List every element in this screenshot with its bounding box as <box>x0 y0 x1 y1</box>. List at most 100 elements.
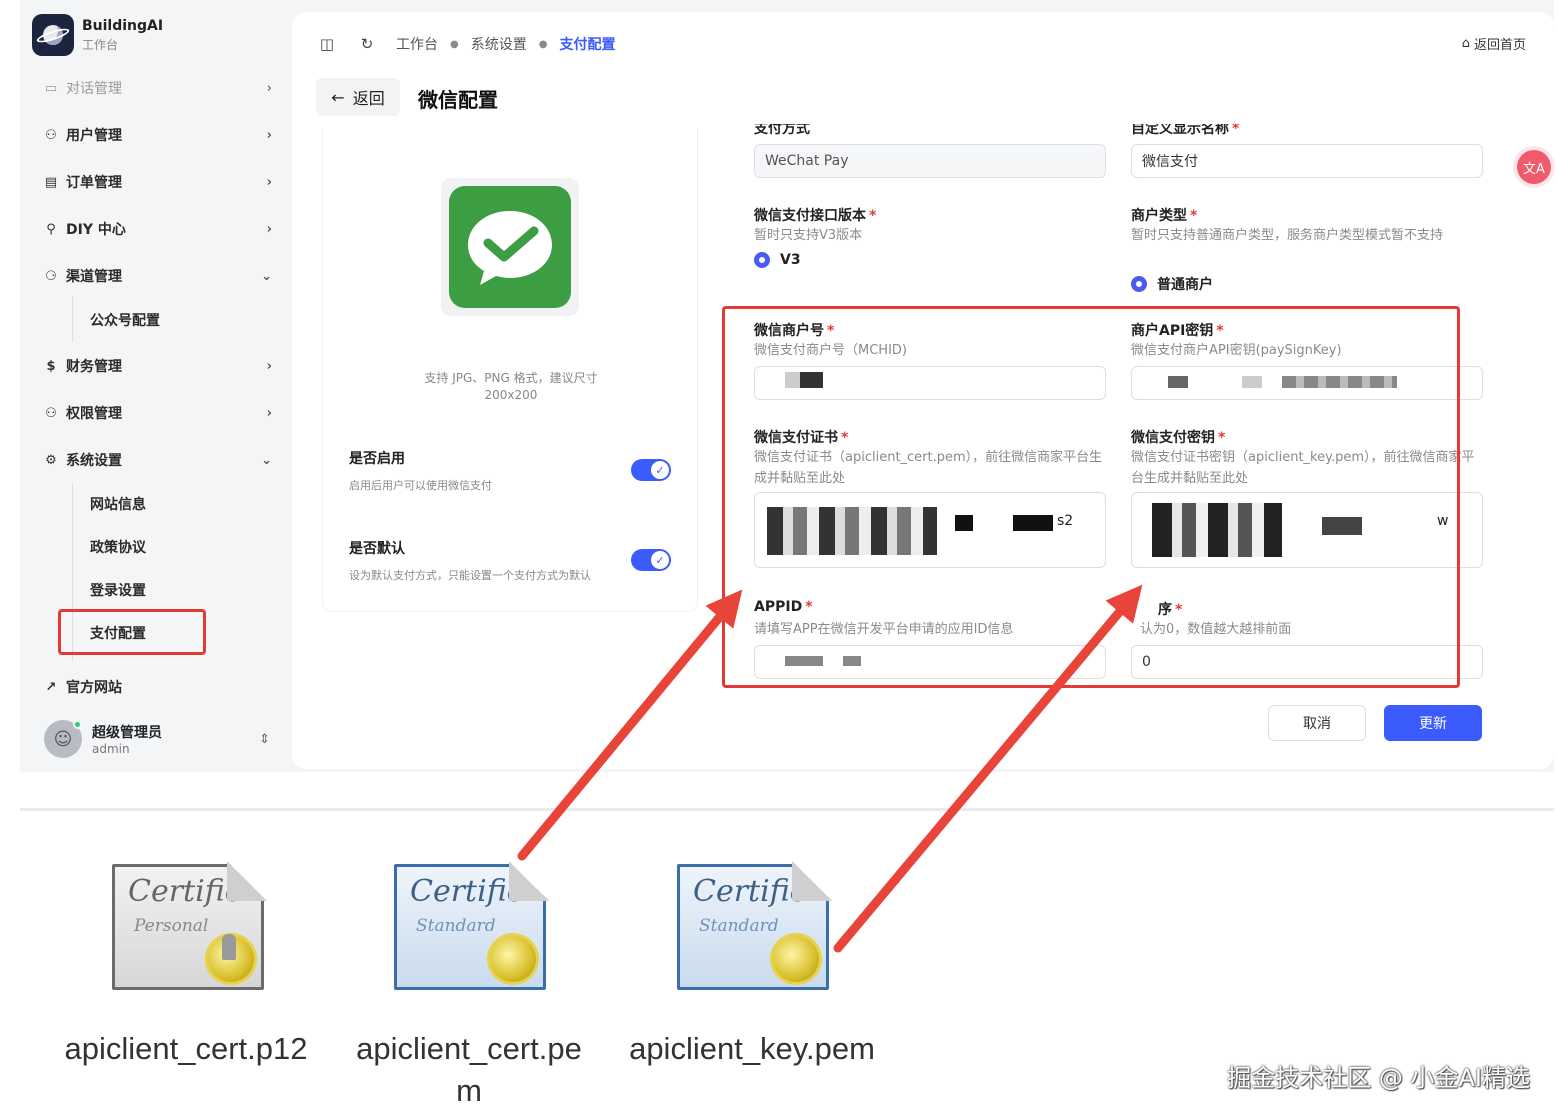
certificate-file-icon[interactable]: Certificate Standard <box>394 861 549 990</box>
watermark: 掘金技术社区 @ 小金AI精选 <box>1227 1064 1530 1092</box>
file-name[interactable]: apiclient_key.pem <box>612 1028 892 1070</box>
sidebar-subitem-policy[interactable]: 政策协议 <box>90 537 146 557</box>
sidebar-item-permissions[interactable]: ⚇ 权限管理 › <box>42 398 272 428</box>
sidebar: BuildingAI 工作台 ▭ 对话管理 › ⚇ 用户管理 › ▤ 订单管理 … <box>20 0 288 772</box>
merchant-type-desc: 暂时只支持普通商户类型，服务商户类型模式暂不支持 <box>1131 228 1444 243</box>
default-toggle[interactable]: ✓ <box>631 549 671 571</box>
chevron-down-icon: ⌄ <box>261 452 272 468</box>
user-menu[interactable]: ☺ 超级管理员 admin ⇕ <box>44 720 270 758</box>
brand-subtitle: 工作台 <box>82 37 119 52</box>
brand-logo-icon <box>32 14 74 56</box>
user-role: admin <box>92 742 130 756</box>
sidebar-item-label: 对话管理 <box>66 81 122 97</box>
breadcrumb-separator: ● <box>450 38 459 50</box>
logo-upload[interactable] <box>441 178 579 316</box>
sidebar-item-label: DIY 中心 <box>66 222 126 238</box>
payment-icon-card: 支持 JPG、PNG 格式，建议尺寸 200x200 是否启用 启用后用户可以使… <box>322 128 698 612</box>
cancel-button[interactable]: 取消 <box>1268 705 1366 741</box>
merchant-type-label: 商户类型 * <box>1131 208 1198 224</box>
arrow-left-icon: ← <box>331 87 345 107</box>
cert-kind-text: Standard <box>416 916 496 936</box>
chevron-right-icon: › <box>266 127 272 143</box>
sidebar-item-chat[interactable]: ▭ 对话管理 › <box>42 73 272 103</box>
sidebar-item-orders[interactable]: ▤ 订单管理 › <box>42 167 272 197</box>
api-version-label: 微信支付接口版本 * <box>754 208 877 224</box>
sidebar-item-diy[interactable]: ⚲ DIY 中心 › <box>42 214 272 244</box>
sidebar-item-settings[interactable]: ⚙ 系统设置 ⌄ <box>42 445 272 475</box>
certificate-file-icon[interactable]: Certificate Personal <box>112 861 267 990</box>
merchant-type-radio[interactable]: 普通商户 <box>1131 274 1213 294</box>
sidebar-item-label: 财务管理 <box>66 359 122 375</box>
pay-method-input: WeChat Pay <box>754 144 1106 178</box>
chevron-right-icon: › <box>266 405 272 421</box>
sidebar-subitem-official-account[interactable]: 公众号配置 <box>90 310 160 330</box>
admin-app-panel: BuildingAI 工作台 ▭ 对话管理 › ⚇ 用户管理 › ▤ 订单管理 … <box>20 0 1554 772</box>
home-link[interactable]: ⌂ 返回首页 <box>1462 34 1526 53</box>
seal-icon <box>490 936 536 982</box>
cert-kind-text: Personal <box>134 916 209 936</box>
chevron-right-icon: › <box>266 358 272 374</box>
cert-script-text: Certificate <box>693 874 805 909</box>
divider <box>20 808 1554 811</box>
home-link-label: 返回首页 <box>1473 38 1526 53</box>
diy-icon: ⚲ <box>46 221 56 237</box>
enable-toggle-title: 是否启用 <box>349 451 405 467</box>
breadcrumb-item[interactable]: 工作台 <box>396 34 438 54</box>
channel-icon: ⚆ <box>45 268 57 284</box>
file-name[interactable]: apiclient_cert.pe m <box>340 1028 598 1112</box>
key-icon <box>222 934 236 960</box>
online-status-dot <box>73 720 82 729</box>
highlight-box-payment-config <box>58 609 206 655</box>
api-version-radio[interactable]: V3 <box>754 252 801 268</box>
user-name: 超级管理员 <box>92 725 162 741</box>
sidebar-item-finance[interactable]: $ 财务管理 › <box>42 351 272 381</box>
page-title: 微信配置 <box>418 88 498 112</box>
cert-script-text: Certificate <box>410 874 522 909</box>
brand[interactable]: BuildingAI 工作台 <box>32 14 163 56</box>
cert-kind-text: Standard <box>699 916 779 936</box>
breadcrumb-current: 支付配置 <box>559 37 616 53</box>
brand-name: BuildingAI <box>82 17 164 34</box>
certificate-file-icon[interactable]: Certificate Standard <box>677 861 832 990</box>
file-name[interactable]: apiclient_cert.p12 <box>46 1028 326 1070</box>
breadcrumb-separator: ● <box>538 38 548 50</box>
sidebar-item-channels[interactable]: ⚆ 渠道管理 ⌄ <box>42 261 272 291</box>
settings-icon: ⚙ <box>45 452 57 468</box>
back-button[interactable]: ← 返回 <box>316 78 400 116</box>
sidebar-item-label: 渠道管理 <box>66 269 122 285</box>
external-link-icon: ↗ <box>45 679 57 695</box>
check-icon: ✓ <box>651 551 669 569</box>
chat-icon: ▭ <box>44 80 58 96</box>
update-button[interactable]: 更新 <box>1384 705 1482 741</box>
sidebar-toggle-icon[interactable]: ◫ <box>316 35 338 53</box>
back-label: 返回 <box>352 89 385 108</box>
api-version-desc: 暂时只支持V3版本 <box>754 228 863 243</box>
screenshot-root: BuildingAI 工作台 ▭ 对话管理 › ⚇ 用户管理 › ▤ 订单管理 … <box>0 0 1558 1118</box>
breadcrumb-item[interactable]: 系统设置 <box>471 34 527 54</box>
sidebar-item-official-site[interactable]: ↗ 官方网站 <box>42 672 272 702</box>
users-icon: ⚇ <box>45 127 57 143</box>
submenu-line <box>72 296 73 342</box>
sidebar-subitem-site-info[interactable]: 网站信息 <box>90 494 146 514</box>
sidebar-item-users[interactable]: ⚇ 用户管理 › <box>42 120 272 150</box>
top-bar: ◫ ↻ 工作台 ● 系统设置 ● 支付配置 <box>316 34 616 54</box>
translate-icon[interactable]: 文A <box>1517 150 1551 184</box>
radio-selected-icon <box>1131 276 1147 292</box>
pay-method-label: 支付方式 <box>754 121 810 137</box>
order-icon: ▤ <box>44 174 58 190</box>
sidebar-item-label: 系统设置 <box>66 453 122 469</box>
enable-toggle[interactable]: ✓ <box>631 459 671 481</box>
highlight-box-credentials <box>722 306 1460 688</box>
sidebar-item-label: 订单管理 <box>66 175 122 191</box>
seal-icon <box>773 936 819 982</box>
chevron-right-icon: › <box>266 174 272 190</box>
chevron-right-icon: › <box>266 80 272 96</box>
sidebar-item-label: 权限管理 <box>66 406 122 422</box>
display-name-input[interactable]: 微信支付 <box>1131 144 1483 178</box>
finance-icon: $ <box>46 358 56 374</box>
home-icon: ⌂ <box>1461 36 1470 51</box>
upload-hint-line: 支持 JPG、PNG 格式，建议尺寸 <box>424 371 598 385</box>
sidebar-subitem-login-settings[interactable]: 登录设置 <box>90 580 146 600</box>
refresh-icon[interactable]: ↻ <box>356 35 378 53</box>
sidebar-item-label: 官方网站 <box>66 680 122 696</box>
